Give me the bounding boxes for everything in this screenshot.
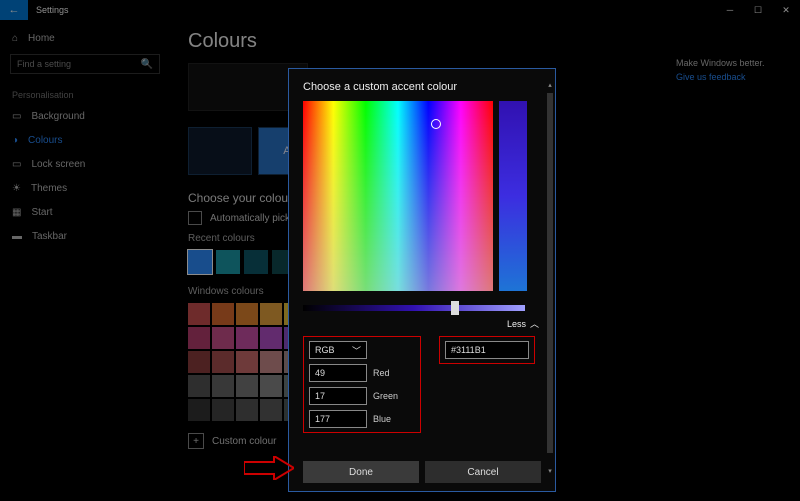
auto-pick-checkbox[interactable] [188, 211, 202, 225]
colour-grid-swatch[interactable] [236, 375, 258, 397]
hue-preview-column[interactable] [499, 101, 527, 291]
sidebar-home-label: Home [28, 33, 55, 44]
lock-icon: ▭ [12, 159, 21, 170]
sidebar-home[interactable]: ⌂ Home [0, 26, 170, 50]
colour-mode-select[interactable]: RGB ﹀ [309, 341, 367, 359]
custom-colour-label: Custom colour [212, 436, 276, 447]
sidebar-item-label: Taskbar [32, 231, 67, 242]
colour-grid-swatch[interactable] [212, 303, 234, 325]
hex-input[interactable]: #3111B1 [445, 341, 529, 359]
recent-colour-swatch[interactable] [216, 250, 240, 274]
mode-value: RGB [315, 345, 335, 355]
dialog-title: Choose a custom accent colour [303, 81, 541, 93]
feedback-heading: Make Windows better. [676, 58, 786, 68]
search-input[interactable]: Find a setting 🔍 [10, 54, 160, 74]
colour-grid-swatch[interactable] [212, 351, 234, 373]
colour-grid-swatch[interactable] [188, 375, 210, 397]
home-icon: ⌂ [12, 33, 18, 44]
sidebar-item-label: Start [31, 207, 52, 218]
themes-icon: ☀ [12, 183, 21, 194]
picker-cursor[interactable] [431, 119, 441, 129]
colour-grid-swatch[interactable] [236, 351, 258, 373]
scroll-up-icon[interactable]: ▴ [547, 81, 553, 91]
plus-icon: + [188, 433, 204, 449]
blue-input[interactable]: 177 [309, 410, 367, 428]
green-input[interactable]: 17 [309, 387, 367, 405]
page-title: Colours [188, 30, 782, 53]
less-toggle[interactable]: Less ︿ [303, 317, 539, 330]
annotation-arrow [244, 456, 294, 480]
sidebar-item-label: Background [31, 111, 84, 122]
arrow-left-icon: ← [9, 4, 20, 16]
slider-thumb[interactable] [451, 301, 459, 315]
colour-grid-swatch[interactable] [188, 327, 210, 349]
picture-icon: ▭ [12, 111, 21, 122]
sidebar-item-background[interactable]: ▭ Background [0, 104, 170, 128]
colour-grid-swatch[interactable] [236, 399, 258, 421]
sidebar-item-label: Lock screen [31, 159, 85, 170]
feedback-link[interactable]: Give us feedback [676, 72, 786, 82]
colour-grid-swatch[interactable] [212, 399, 234, 421]
less-label: Less [507, 319, 526, 329]
red-label: Red [373, 368, 390, 378]
red-input[interactable]: 49 [309, 364, 367, 382]
sidebar-item-lockscreen[interactable]: ▭ Lock screen [0, 152, 170, 176]
recent-colour-swatch[interactable] [188, 250, 212, 274]
colour-grid-swatch[interactable] [260, 351, 282, 373]
preview-tile [188, 127, 252, 175]
chevron-down-icon: ﹀ [352, 344, 361, 357]
done-button[interactable]: Done [303, 461, 419, 483]
search-placeholder: Find a setting [17, 59, 71, 69]
colour-grid-swatch[interactable] [188, 303, 210, 325]
palette-icon: ◑ [12, 135, 18, 146]
hex-input-group: #3111B1 [439, 336, 535, 364]
dialog-scrollbar[interactable]: ▴ ▾ [547, 81, 553, 477]
custom-colour-dialog: Choose a custom accent colour Less ︿ RGB… [288, 68, 556, 492]
colour-grid-swatch[interactable] [236, 327, 258, 349]
scroll-thumb[interactable] [547, 93, 553, 453]
start-icon: ▦ [12, 207, 21, 218]
minimize-button[interactable]: ─ [716, 5, 744, 16]
scroll-down-icon[interactable]: ▾ [547, 467, 553, 477]
taskbar-icon: ▬ [12, 231, 22, 242]
sidebar-item-taskbar[interactable]: ▬ Taskbar [0, 224, 170, 248]
colour-grid-swatch[interactable] [188, 399, 210, 421]
colour-grid-swatch[interactable] [212, 327, 234, 349]
value-slider[interactable] [303, 305, 525, 311]
colour-grid-swatch[interactable] [188, 351, 210, 373]
colour-grid-swatch[interactable] [260, 303, 282, 325]
app-title: Settings [28, 5, 69, 15]
chevron-up-icon: ︿ [530, 317, 539, 330]
feedback-panel: Make Windows better. Give us feedback [676, 58, 786, 82]
sidebar-item-label: Themes [31, 183, 67, 194]
cancel-button[interactable]: Cancel [425, 461, 541, 483]
colour-grid-swatch[interactable] [236, 303, 258, 325]
colour-grid-swatch[interactable] [212, 375, 234, 397]
recent-colour-swatch[interactable] [244, 250, 268, 274]
titlebar: ← Settings ─ ☐ ✕ [0, 0, 800, 20]
maximize-button[interactable]: ☐ [744, 5, 772, 16]
colour-picker-canvas[interactable] [303, 101, 493, 291]
sidebar-item-themes[interactable]: ☀ Themes [0, 176, 170, 200]
rgb-inputs-group: RGB ﹀ 49 Red 17 Green 177 Blue [303, 336, 421, 433]
sidebar-group-title: Personalisation [0, 82, 170, 104]
search-icon: 🔍 [141, 59, 153, 70]
sidebar-item-colours[interactable]: ◑ Colours [0, 128, 170, 152]
colour-grid-swatch[interactable] [260, 399, 282, 421]
sidebar-item-label: Colours [28, 135, 62, 146]
blue-label: Blue [373, 414, 391, 424]
colour-grid-swatch[interactable] [260, 327, 282, 349]
green-label: Green [373, 391, 398, 401]
sidebar-item-start[interactable]: ▦ Start [0, 200, 170, 224]
colour-grid-swatch[interactable] [260, 375, 282, 397]
close-button[interactable]: ✕ [772, 5, 800, 16]
back-button[interactable]: ← [0, 0, 28, 20]
sidebar: ⌂ Home Find a setting 🔍 Personalisation … [0, 20, 170, 501]
